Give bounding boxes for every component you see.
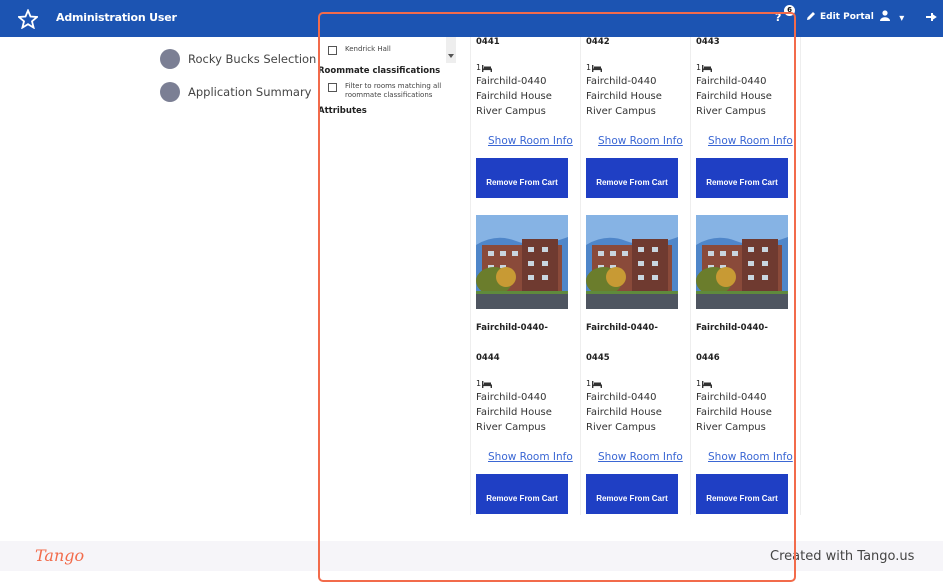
room-house: Fairchild House [696, 91, 772, 102]
show-room-info-link[interactable]: Show Room Info [708, 135, 797, 147]
tango-logo: Tango [35, 546, 85, 565]
application-steps: Rocky Bucks Selection Application Summar… [160, 44, 316, 110]
room-house: Fairchild House [586, 407, 662, 418]
step-label: Rocky Bucks Selection [188, 52, 317, 66]
room-campus: River Campus [696, 422, 766, 433]
room-title: Fairchild-0440- [586, 323, 658, 333]
star-icon[interactable] [18, 9, 38, 29]
top-nav-bar: Administration User ? 6 Edit Portal ▾ [0, 0, 943, 37]
pencil-icon [807, 12, 815, 20]
step-indicator [160, 82, 180, 102]
filter-scrollbar[interactable] [446, 37, 456, 63]
filter-panel: Kendrick Hall Roommate classifications F… [318, 37, 456, 122]
bed-icon [592, 65, 603, 72]
remove-from-cart-button[interactable]: Remove From Cart [696, 474, 788, 514]
room-building: Fairchild-0440 [696, 76, 767, 87]
room-card: Fairchild-0440- 0445 1 Fairchild-0440 Fa… [581, 215, 687, 514]
room-campus: River Campus [586, 106, 656, 117]
filter-option-label: Kendrick Hall [345, 45, 391, 53]
room-campus: River Campus [476, 106, 546, 117]
room-number: 0446 [696, 353, 720, 363]
room-card: 0442 1 Fairchild-0440 Fairchild House Ri… [581, 37, 687, 198]
building-photo [476, 215, 568, 309]
bed-icon [702, 65, 713, 72]
remove-from-cart-button[interactable]: Remove From Cart [476, 158, 568, 198]
room-campus: River Campus [586, 422, 656, 433]
created-with-text: Created with Tango.us [770, 549, 915, 564]
room-house: Fairchild House [476, 91, 552, 102]
step-indicator [160, 49, 180, 69]
remove-from-cart-button[interactable]: Remove From Cart [586, 474, 678, 514]
scroll-down-icon [448, 54, 454, 58]
bed-icon [482, 381, 493, 388]
step-application-summary[interactable]: Application Summary [160, 77, 316, 107]
help-icon[interactable]: ? [775, 11, 781, 24]
building-photo [696, 215, 788, 309]
column-divider [800, 37, 801, 515]
room-number: 0445 [586, 353, 610, 363]
room-building: Fairchild-0440 [586, 76, 657, 87]
room-number: 0442 [586, 37, 610, 47]
building-photo [586, 215, 678, 309]
room-card: Fairchild-0440- 0444 1 Fairchild-0440 Fa… [471, 215, 577, 514]
show-room-info-link[interactable]: Show Room Info [598, 135, 687, 147]
filter-option-label: Filter to rooms matching all roommate cl… [345, 82, 442, 99]
room-house: Fairchild House [476, 407, 552, 418]
show-room-info-link[interactable]: Show Room Info [488, 135, 577, 147]
room-number: 0444 [476, 353, 500, 363]
step-rocky-bucks-selection[interactable]: Rocky Bucks Selection [160, 44, 316, 74]
tango-footer: Tango Created with Tango.us [0, 541, 943, 571]
bed-count: 1 [586, 63, 687, 72]
room-card: Fairchild-0440- 0446 1 Fairchild-0440 Fa… [691, 215, 797, 514]
room-campus: River Campus [476, 422, 546, 433]
room-number: 0441 [476, 37, 500, 47]
person-icon [880, 10, 890, 21]
bed-count: 1 [476, 379, 577, 388]
filter-option-roommate-match[interactable]: Filter to rooms matching all roommate cl… [328, 82, 456, 100]
room-card: 0441 1 Fairchild-0440 Fairchild House Ri… [471, 37, 577, 198]
room-title: Fairchild-0440- [476, 323, 548, 333]
bed-icon [592, 381, 603, 388]
show-room-info-link[interactable]: Show Room Info [708, 451, 797, 463]
room-title: Fairchild-0440- [696, 323, 768, 333]
room-building: Fairchild-0440 [476, 76, 547, 87]
pin-icon[interactable] [925, 11, 937, 23]
remove-from-cart-button[interactable]: Remove From Cart [696, 158, 788, 198]
notification-badge: 6 [784, 5, 795, 16]
edit-portal-button[interactable]: Edit Portal [806, 11, 874, 22]
roommate-classifications-heading: Roommate classifications [318, 66, 441, 76]
room-house: Fairchild House [586, 91, 662, 102]
bed-count: 1 [696, 63, 797, 72]
step-label: Application Summary [188, 85, 312, 99]
chevron-down-icon: ▾ [899, 13, 905, 24]
bed-count: 1 [696, 379, 797, 388]
attributes-heading: Attributes [318, 106, 367, 116]
edit-portal-label: Edit Portal [820, 12, 874, 22]
show-room-info-link[interactable]: Show Room Info [598, 451, 687, 463]
room-house: Fairchild House [696, 407, 772, 418]
room-campus: River Campus [696, 106, 766, 117]
user-menu[interactable]: ▾ [880, 10, 904, 24]
remove-from-cart-button[interactable]: Remove From Cart [476, 474, 568, 514]
bed-count: 1 [586, 379, 687, 388]
room-building: Fairchild-0440 [476, 392, 547, 403]
room-building: Fairchild-0440 [696, 392, 767, 403]
checkbox[interactable] [328, 83, 337, 92]
remove-from-cart-button[interactable]: Remove From Cart [586, 158, 678, 198]
room-number: 0443 [696, 37, 720, 47]
user-name: Administration User [56, 11, 177, 24]
bed-count: 1 [476, 63, 577, 72]
checkbox[interactable] [328, 46, 337, 55]
bed-icon [482, 65, 493, 72]
filter-option-kendrick-hall[interactable]: Kendrick Hall [328, 45, 456, 55]
room-building: Fairchild-0440 [586, 392, 657, 403]
room-card: 0443 1 Fairchild-0440 Fairchild House Ri… [691, 37, 797, 198]
bed-icon [702, 381, 713, 388]
show-room-info-link[interactable]: Show Room Info [488, 451, 577, 463]
